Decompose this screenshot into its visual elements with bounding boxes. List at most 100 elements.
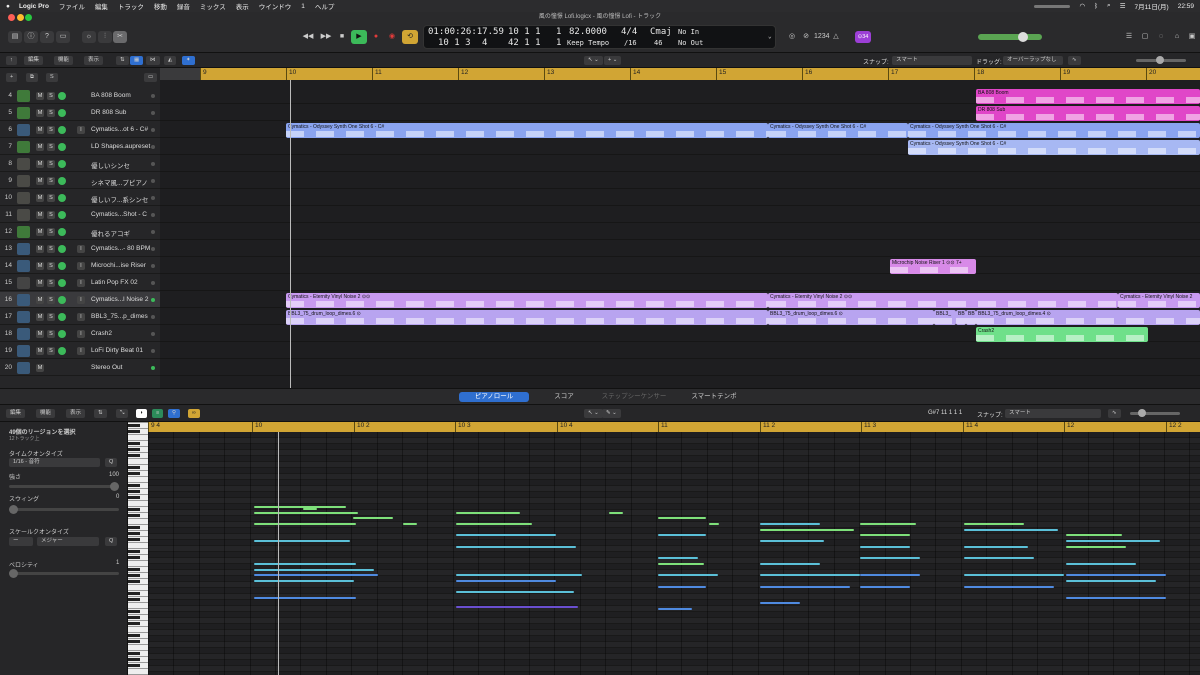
track-on-button[interactable]: [58, 262, 66, 270]
region[interactable]: Cymatics - Odyssey Synth One Shot 6 - C#: [768, 123, 908, 138]
midi-note[interactable]: [860, 546, 910, 548]
midi-note[interactable]: [1066, 534, 1122, 536]
region[interactable]: Cymatics - Odyssey Synth One Shot 6 - C#: [908, 123, 1200, 138]
capture-record-button[interactable]: ◉: [386, 31, 398, 43]
track-header[interactable]: 16 M S I Cymatics...l Noise 2: [0, 292, 160, 308]
forward-button[interactable]: ▶▶: [318, 31, 334, 43]
track-on-button[interactable]: [58, 92, 66, 100]
track-name[interactable]: Cymatics...ot 6 - C#: [91, 126, 148, 133]
midi-note[interactable]: [760, 523, 820, 525]
region[interactable]: BB: [966, 310, 976, 325]
swing-knob[interactable]: [9, 505, 18, 514]
metronome-icon[interactable]: △: [830, 31, 842, 43]
track-name[interactable]: シネマ風...プピアノ: [91, 177, 148, 187]
track-name[interactable]: 優れるアコギ: [91, 228, 130, 238]
apple-icon[interactable]: ●: [6, 3, 10, 10]
mute-button[interactable]: M: [36, 245, 44, 253]
editor-waveform-icon[interactable]: ∿: [1108, 409, 1121, 418]
midi-note[interactable]: [964, 523, 1024, 525]
solo-icon[interactable]: ⊘: [800, 31, 812, 43]
editor-collapse-icon[interactable]: ≡: [152, 409, 164, 418]
arrange-function-menu[interactable]: 機能: [54, 56, 74, 65]
midi-note[interactable]: [456, 606, 578, 608]
region[interactable]: Crash2: [976, 327, 1148, 342]
time-quantize-q-button[interactable]: Q: [105, 458, 118, 467]
midi-note[interactable]: [1066, 574, 1166, 576]
midi-note[interactable]: [860, 557, 920, 559]
track-lane[interactable]: [160, 156, 1200, 172]
marquee-icon[interactable]: ✦: [182, 56, 195, 65]
midi-note[interactable]: [1066, 597, 1166, 599]
input-monitor-button[interactable]: I: [77, 330, 85, 338]
track-header[interactable]: 10 M S 優しいフ...系シンセ: [0, 190, 160, 206]
region[interactable]: BBL3_75_drum_loop_dimes.6 ⊙: [286, 310, 768, 325]
add-track-button[interactable]: +: [6, 73, 18, 82]
black-key[interactable]: [128, 514, 140, 517]
region[interactable]: BB: [956, 310, 966, 325]
black-key[interactable]: [128, 574, 140, 577]
track-lane[interactable]: [160, 343, 1200, 359]
midi-note[interactable]: [456, 512, 520, 514]
lcd-dropdown-icon[interactable]: ⌄: [768, 33, 772, 40]
region[interactable]: DR 808 Sub: [976, 106, 1200, 121]
scale-type-dropdown[interactable]: メジャー: [37, 537, 99, 546]
black-key[interactable]: [128, 466, 140, 469]
mute-button[interactable]: M: [36, 262, 44, 270]
menu-help[interactable]: ヘルプ: [315, 1, 335, 11]
black-key[interactable]: [128, 490, 140, 493]
black-key[interactable]: [128, 634, 140, 637]
black-key[interactable]: [128, 610, 140, 613]
record-button[interactable]: ●: [370, 31, 382, 43]
black-key[interactable]: [128, 496, 140, 499]
black-key[interactable]: [128, 472, 140, 475]
flex-icon[interactable]: ⋈: [146, 56, 160, 65]
track-header[interactable]: 19 M S I LoFi Dirty Beat 01: [0, 343, 160, 359]
track-on-button[interactable]: [58, 160, 66, 168]
horizontal-zoom-slider[interactable]: [1136, 56, 1186, 64]
track-lane[interactable]: [160, 173, 1200, 189]
menu-mix[interactable]: ミックス: [200, 1, 226, 11]
editor-midi-out-icon[interactable]: ◗: [136, 409, 148, 418]
midi-note[interactable]: [658, 534, 706, 536]
midi-note[interactable]: [709, 523, 719, 525]
smart-controls-button[interactable]: ☼: [82, 31, 96, 43]
grid-view-icon[interactable]: ▦: [130, 56, 144, 65]
midi-note[interactable]: [760, 529, 854, 531]
track-header[interactable]: 7 M S LD Shapes.aupreset: [0, 139, 160, 155]
pointer-tool[interactable]: ↖ ⌄: [584, 56, 603, 65]
track-on-button[interactable]: [58, 347, 66, 355]
black-key[interactable]: [128, 640, 140, 643]
editor-zoom-slider[interactable]: [1130, 409, 1180, 417]
velocity-slider[interactable]: [9, 572, 119, 575]
track-lane[interactable]: [160, 360, 1200, 376]
midi-note[interactable]: [658, 563, 704, 565]
lcd-display[interactable]: 01:00:26:17.59 10 1 1 1 82.0000 4/4 Cmaj…: [423, 25, 776, 49]
editor-link-icon[interactable]: ⚲: [168, 409, 181, 418]
strength-knob[interactable]: [110, 482, 119, 491]
input-monitor-button[interactable]: I: [77, 347, 85, 355]
mute-button[interactable]: M: [36, 313, 44, 321]
midi-note[interactable]: [860, 586, 910, 588]
pencil-tool[interactable]: + ⌄: [604, 56, 622, 65]
region[interactable]: Cymatics - Odyssey Synth One Shot 6 - C#: [908, 140, 1200, 155]
track-on-button[interactable]: [58, 143, 66, 151]
track-name[interactable]: 優しいシンセ: [91, 160, 130, 170]
track-name[interactable]: Latin Pop FX 02: [91, 279, 138, 286]
quick-help-button[interactable]: ?: [40, 31, 54, 43]
region[interactable]: Cymatics - Eternity Vinyl Noise 2: [1118, 293, 1200, 308]
global-solo-button[interactable]: S: [46, 73, 58, 82]
black-key[interactable]: [128, 658, 140, 661]
input-monitor-button[interactable]: I: [77, 296, 85, 304]
input-monitor-button[interactable]: I: [77, 245, 85, 253]
track-header[interactable]: 4 M S BA 808 Boom: [0, 88, 160, 104]
black-key[interactable]: [128, 550, 140, 553]
menu-window[interactable]: ウインドウ: [259, 1, 292, 11]
solo-button[interactable]: S: [47, 160, 55, 168]
solo-button[interactable]: S: [47, 262, 55, 270]
mute-button[interactable]: M: [36, 126, 44, 134]
piano-roll-playhead[interactable]: [278, 432, 279, 675]
solo-button[interactable]: S: [47, 177, 55, 185]
track-lane[interactable]: [160, 207, 1200, 223]
track-header[interactable]: 18 M S I Crash2: [0, 326, 160, 342]
control-center-icon[interactable]: ☰: [1120, 2, 1126, 10]
